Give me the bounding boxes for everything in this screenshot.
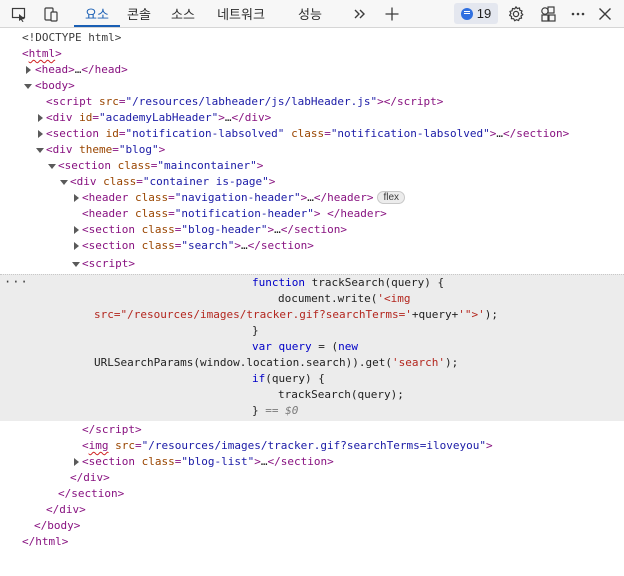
dom-tree: ··· <!DOCTYPE html> <html> <head>…</head… <box>0 29 624 576</box>
html-node[interactable]: <html> <box>22 46 62 62</box>
more-tabs-icon[interactable] <box>348 0 372 27</box>
expand-triangle-icon[interactable] <box>72 190 80 206</box>
collapse-triangle-icon[interactable] <box>60 174 68 190</box>
settings-icon[interactable] <box>504 0 528 27</box>
collapse-triangle-icon[interactable] <box>36 142 44 158</box>
tab-performance[interactable]: 성능 <box>290 0 330 27</box>
header-notification-node[interactable]: <header class="notification-header"> </h… <box>82 206 387 222</box>
active-tab-indicator <box>74 25 120 27</box>
expand-triangle-icon[interactable] <box>72 454 80 470</box>
script-line-1: function trackSearch(query) { <box>252 276 445 289</box>
html-tag: html <box>28 47 56 60</box>
collapse-triangle-icon[interactable] <box>48 158 56 174</box>
connected-devices-icon[interactable] <box>536 0 560 27</box>
node-actions-ellipsis[interactable]: ··· <box>4 275 29 291</box>
head-node[interactable]: <head>…</head> <box>35 62 128 78</box>
collapse-triangle-icon[interactable] <box>72 256 80 272</box>
flex-badge[interactable]: flex <box>377 191 406 204</box>
section-maincontainer-close[interactable]: </section> <box>58 486 124 502</box>
script-line-4: } <box>252 324 259 337</box>
div-container-node[interactable]: <div class="container is-page"> <box>70 174 275 190</box>
header-navigation-node[interactable]: <header class="navigation-header">…</hea… <box>82 190 406 206</box>
section-maincontainer-node[interactable]: <section class="maincontainer"> <box>58 158 263 174</box>
script-line-2: document.write('<img <box>278 292 411 305</box>
script-labheader-node[interactable]: <script src="/resources/labheader/js/lab… <box>46 94 443 110</box>
selected-node-marker: == $0 <box>265 404 299 417</box>
issues-count: 19 <box>476 6 492 21</box>
device-emulation-icon[interactable] <box>38 0 64 27</box>
doctype-text: <!DOCTYPE html> <box>22 31 122 44</box>
body-node[interactable]: <body> <box>35 78 75 94</box>
tab-console[interactable]: 콘솔 <box>120 0 158 27</box>
script-close-node[interactable]: </script> <box>82 422 142 438</box>
issues-icon <box>460 7 473 20</box>
div-container-close[interactable]: </div> <box>70 470 110 486</box>
tab-network[interactable]: 네트워크 <box>210 0 272 27</box>
expand-triangle-icon[interactable] <box>36 110 44 126</box>
inspect-icon[interactable] <box>6 0 32 27</box>
div-academy-node[interactable]: <div id="academyLabHeader">…</div> <box>46 110 271 126</box>
script-line-7: if(query) { <box>252 372 325 385</box>
script-line-9: } == $0 <box>252 404 299 417</box>
expand-triangle-icon[interactable] <box>72 238 80 254</box>
script-open-node[interactable]: <script> <box>82 256 135 272</box>
more-options-icon[interactable] <box>566 0 590 27</box>
script-line-5: var query = (new <box>252 340 358 353</box>
section-blog-list-node[interactable]: <section class="blog-list">…</section> <box>82 454 334 470</box>
html-close[interactable]: </html> <box>22 534 68 550</box>
section-blog-header-node[interactable]: <section class="blog-header">…</section> <box>82 222 347 238</box>
div-theme-node[interactable]: <div theme="blog"> <box>46 142 165 158</box>
div-theme-close[interactable]: </div> <box>46 502 86 518</box>
tab-elements[interactable]: 요소 <box>74 0 120 27</box>
script-line-6: URLSearchParams(window.location.search))… <box>94 356 459 369</box>
img-tracker-node[interactable]: <img src="/resources/images/tracker.gif?… <box>82 438 493 454</box>
close-icon[interactable] <box>594 0 616 27</box>
section-notification-node[interactable]: <section id="notification-labsolved" cla… <box>46 126 569 142</box>
devtools-toolbar: 요소 콘솔 소스 네트워크 성능 19 <box>0 0 624 28</box>
body-close[interactable]: </body> <box>34 518 80 534</box>
tab-sources[interactable]: 소스 <box>164 0 202 27</box>
expand-triangle-icon[interactable] <box>24 62 32 78</box>
add-tab-icon[interactable] <box>380 0 404 27</box>
script-line-8: trackSearch(query); <box>278 388 404 401</box>
script-line-3: src="/resources/images/tracker.gif?searc… <box>94 308 498 321</box>
section-search-node[interactable]: <section class="search">…</section> <box>82 238 314 254</box>
doctype-node[interactable]: <!DOCTYPE html> <box>22 30 121 46</box>
expand-triangle-icon[interactable] <box>72 222 80 238</box>
collapse-triangle-icon[interactable] <box>24 78 32 94</box>
issues-button[interactable]: 19 <box>454 3 498 24</box>
expand-triangle-icon[interactable] <box>36 126 44 142</box>
